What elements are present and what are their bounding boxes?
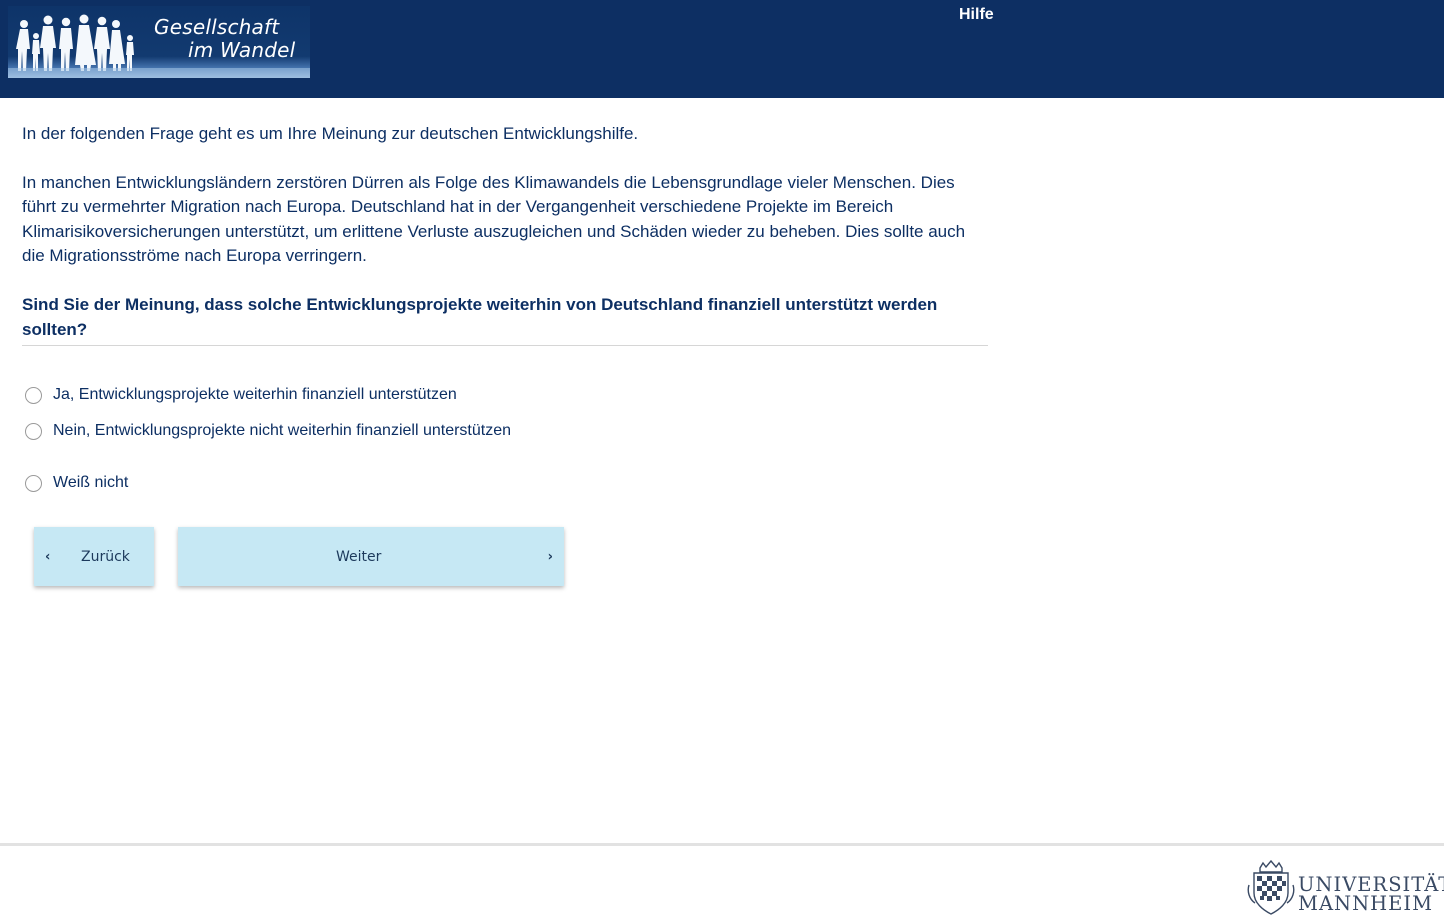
- radio-no[interactable]: [25, 422, 42, 440]
- option-dont-know-label: Weiß nicht: [53, 474, 129, 491]
- help-link[interactable]: Hilfe: [959, 6, 994, 24]
- question-text: Sind Sie der Meinung, dass solche Entwic…: [22, 294, 938, 339]
- page-header: Gesellschaft im Wandel Hilfe: [0, 0, 1444, 98]
- survey-content: In der folgenden Frage geht es um Ihre M…: [22, 122, 988, 342]
- back-button-label: Zurück: [81, 548, 130, 565]
- university-name-line2: MANNHEIM: [1298, 892, 1434, 915]
- logo-title-line1: Gesellschaft: [154, 15, 280, 39]
- logo-title-line2: im Wandel: [188, 38, 296, 62]
- radio-yes[interactable]: [25, 386, 42, 404]
- universitaet-mannheim-logo: UNIVERSITÄT MANNHEIM: [1246, 859, 1444, 917]
- context-paragraph: In manchen Entwicklungsländern zerstören…: [22, 172, 966, 266]
- chevron-left-icon: ‹: [45, 549, 51, 564]
- intro-text: In der folgenden Frage geht es um Ihre M…: [22, 124, 639, 143]
- gesellschaft-im-wandel-logo: Gesellschaft im Wandel: [8, 6, 310, 78]
- divider: [22, 345, 988, 346]
- radio-dont-know[interactable]: [25, 474, 42, 492]
- next-button-label: Weiter: [336, 548, 382, 565]
- mannheim-crest-icon: [1247, 859, 1295, 915]
- back-button[interactable]: ‹ Zurück: [34, 527, 154, 586]
- footer-divider: [0, 843, 1444, 846]
- option-yes[interactable]: Ja, Entwicklungsprojekte weiterhin finan…: [25, 386, 457, 404]
- option-no[interactable]: Nein, Entwicklungsprojekte nicht weiterh…: [25, 422, 511, 440]
- option-no-label: Nein, Entwicklungsprojekte nicht weiterh…: [53, 422, 512, 439]
- next-button[interactable]: Weiter ›: [178, 527, 564, 586]
- chevron-right-icon: ›: [547, 549, 553, 564]
- option-yes-label: Ja, Entwicklungsprojekte weiterhin finan…: [53, 386, 457, 403]
- option-dont-know[interactable]: Weiß nicht: [25, 474, 128, 492]
